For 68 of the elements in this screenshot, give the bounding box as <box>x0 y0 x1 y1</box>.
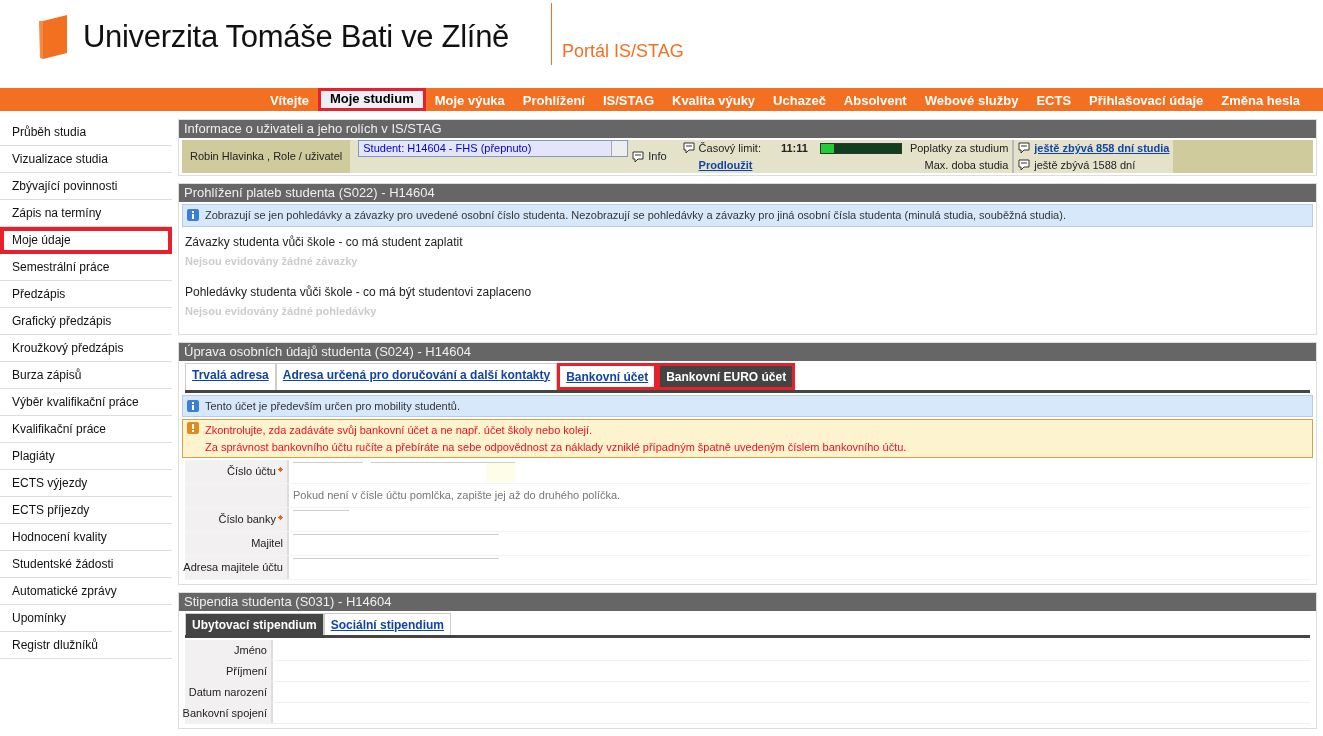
speech-bubble-icon <box>1018 158 1031 171</box>
info-link[interactable]: Info <box>648 148 667 165</box>
warning-text: Zkontrolujte, zda zadáváte svůj bankovní účet a ne např. účet školy nebo kolejí. <box>205 423 594 438</box>
sidebar-item[interactable]: Vizualizace studia <box>0 146 172 173</box>
required-mark <box>278 466 283 472</box>
panel-title: Úprava osobních údajů studenta (S024) - H14604 <box>179 342 1316 361</box>
sidebar-item[interactable]: Předzápis <box>0 281 172 308</box>
sidebar-item[interactable]: Kvalifikační práce <box>0 416 172 443</box>
university-name: Univerzita Tomáše Bati ve Zlíně <box>83 18 510 56</box>
panel-title: Stipendia studenta (S031) - H14604 <box>179 593 1316 611</box>
time-limit-label: Časový limit: <box>698 141 761 156</box>
warning-icon <box>187 422 199 434</box>
tab[interactable]: Bankovní účet <box>557 362 658 390</box>
field-label: Číslo banky <box>218 512 276 528</box>
section-heading: Pohledávky studenta vůči škole - co má být studentovi zaplaceno <box>185 284 533 301</box>
info-icon <box>187 399 199 412</box>
sidebar-item[interactable]: Automatické zprávy <box>0 578 172 605</box>
max-duration-label: Max. doba studia <box>924 157 1009 173</box>
info-icon <box>187 209 199 222</box>
field-label: Datum narození <box>185 682 273 702</box>
sidebar-item[interactable]: Registr dlužníků <box>0 632 172 659</box>
panel-title: Prohlížení plateb studenta (S022) - H14604 <box>179 184 1316 202</box>
sidebar-item[interactable]: ECTS příjezdy <box>0 497 172 524</box>
sidebar-item[interactable]: Průběh studia <box>0 119 172 146</box>
sidebar-item[interactable]: Grafický předzápis <box>0 308 172 335</box>
extend-link[interactable]: Prodloužit <box>698 156 902 173</box>
sidebar-item[interactable]: Moje údaje <box>0 227 172 254</box>
sidebar-item[interactable]: Plagiáty <box>0 443 172 470</box>
sidebar-item[interactable]: Burza zápisů <box>0 362 172 389</box>
speech-bubble-icon <box>632 150 645 163</box>
info-text: Tento účet je především určen pro mobility studentů. <box>205 398 460 414</box>
user-name: Robin Hlavinka , Role / uživatel <box>182 140 351 173</box>
info-text: Zobrazují se jen pohledávky a závazky pro uvedené osobní číslo studenta. Nezobrazují se pohledávky a závazky pro jiná osobní čísla studenta (minulá studia, souběžná studia). <box>205 208 1066 223</box>
tab[interactable]: Ubytovací stipendium <box>185 613 324 635</box>
tab[interactable]: Bankovní EURO účet <box>657 362 796 390</box>
required-mark <box>278 514 283 520</box>
sidebar-item[interactable]: Zápis na termíny <box>0 200 172 227</box>
field-label: Bankovní spojení <box>185 703 273 723</box>
section-heading: Závazky studenta vůči škole - co má student zaplatit <box>185 233 464 251</box>
time-remaining: 11:11 <box>780 141 808 156</box>
tab[interactable]: Sociální stipendium <box>323 613 452 635</box>
sidebar-item[interactable]: ECTS výjezdy <box>0 470 172 497</box>
panel-title: Informace o uživateli a jeho rolích v IS/STAG <box>179 120 1316 138</box>
field-label: Příjmení <box>185 661 273 681</box>
warning-text: Za správnost bankovního účtu ručíte a přebíráte na sebe odpovědnost za náklady vzniklé případným špatně uvedeným číslem bankovního účtu. <box>205 439 907 455</box>
sidebar-item[interactable]: Upomínky <box>0 605 172 632</box>
remaining-days-text: ještě zbývá 1588 dní <box>1034 157 1136 173</box>
field-label: Adresa majitele účtu <box>183 560 283 576</box>
sidebar-item[interactable]: Zbývající povinnosti <box>0 173 172 200</box>
tab[interactable]: Adresa určená pro doručování a další kontakty <box>275 362 558 390</box>
remaining-study-link[interactable]: ještě zbývá 858 dní studia <box>1034 140 1170 157</box>
field-label: Číslo účtu <box>227 464 276 480</box>
field-label: Jméno <box>185 640 273 660</box>
sidebar-item[interactable]: Výběr kvalifikační práce <box>0 389 172 416</box>
sidebar-item[interactable]: Hodnocení kvality <box>0 524 172 551</box>
sidebar-item[interactable]: Semestrální práce <box>0 254 172 281</box>
menu-tab[interactable]: Moje studium <box>317 88 426 111</box>
hint-text: Pokud není v čísle účtu pomlčka, zapište jej až do druhého políčka. <box>292 488 621 504</box>
speech-bubble-icon <box>1018 142 1031 155</box>
account-number-field[interactable] <box>371 462 515 482</box>
tab[interactable]: Trvalá adresa <box>185 362 276 390</box>
sidebar-item[interactable]: Kroužkový předzápis <box>0 335 172 362</box>
portal-title: Portál IS/STAG <box>562 40 684 63</box>
speech-bubble-icon <box>682 142 695 155</box>
field-label: Majitel <box>251 536 283 552</box>
fees-label: Poplatky za studium <box>909 141 1009 156</box>
role-select[interactable]: Student: H14604 - FHS (přepnuto) <box>358 140 629 157</box>
sidebar-item[interactable]: Studentské žádosti <box>0 551 172 578</box>
